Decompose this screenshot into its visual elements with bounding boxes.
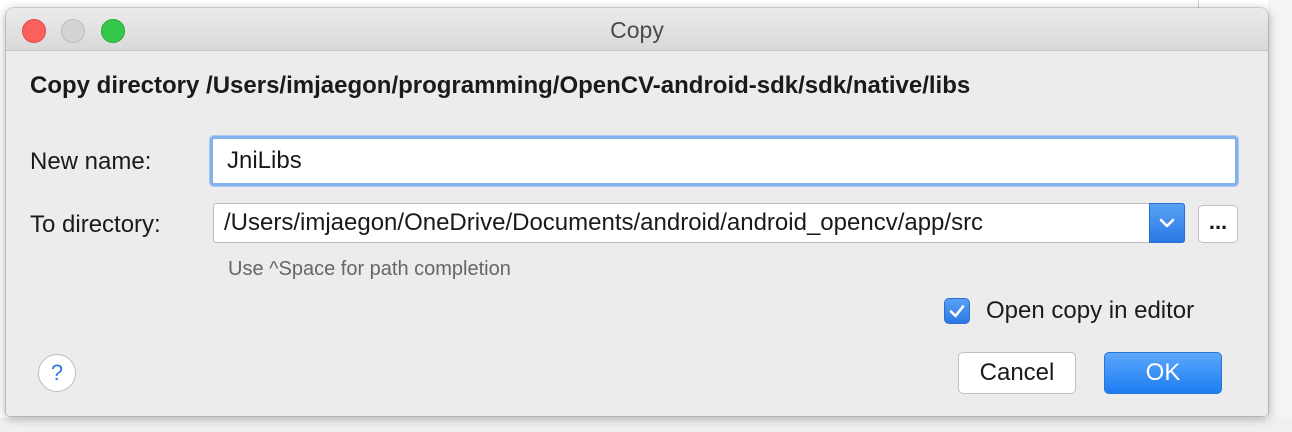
dialog-heading: Copy directory /Users/imjaegon/programmi… (30, 72, 971, 99)
new-name-label: New name: (30, 148, 152, 175)
window-title: Copy (610, 17, 664, 43)
to-directory-combo[interactable]: /Users/imjaegon/OneDrive/Documents/andro… (213, 203, 1185, 243)
help-button[interactable]: ? (38, 354, 76, 392)
title-bar: Copy (6, 8, 1268, 51)
chevron-down-icon (1159, 218, 1175, 228)
to-directory-value[interactable]: /Users/imjaegon/OneDrive/Documents/andro… (224, 204, 983, 242)
background-right-strip (1268, 0, 1292, 432)
ok-button[interactable]: OK (1104, 352, 1222, 394)
open-in-editor-checkbox[interactable] (944, 298, 970, 324)
new-name-input[interactable] (210, 136, 1238, 186)
background-bottom-strip (0, 418, 1292, 432)
directory-dropdown-button[interactable] (1149, 203, 1185, 243)
path-completion-hint: Use ^Space for path completion (228, 258, 511, 280)
to-directory-label: To directory: (30, 211, 161, 238)
checkmark-icon (949, 305, 965, 318)
browse-button[interactable]: ... (1198, 205, 1238, 243)
open-in-editor-label[interactable]: Open copy in editor (986, 297, 1194, 325)
cancel-button[interactable]: Cancel (958, 352, 1076, 394)
copy-dialog: Copy Copy directory /Users/imjaegon/prog… (6, 8, 1268, 416)
